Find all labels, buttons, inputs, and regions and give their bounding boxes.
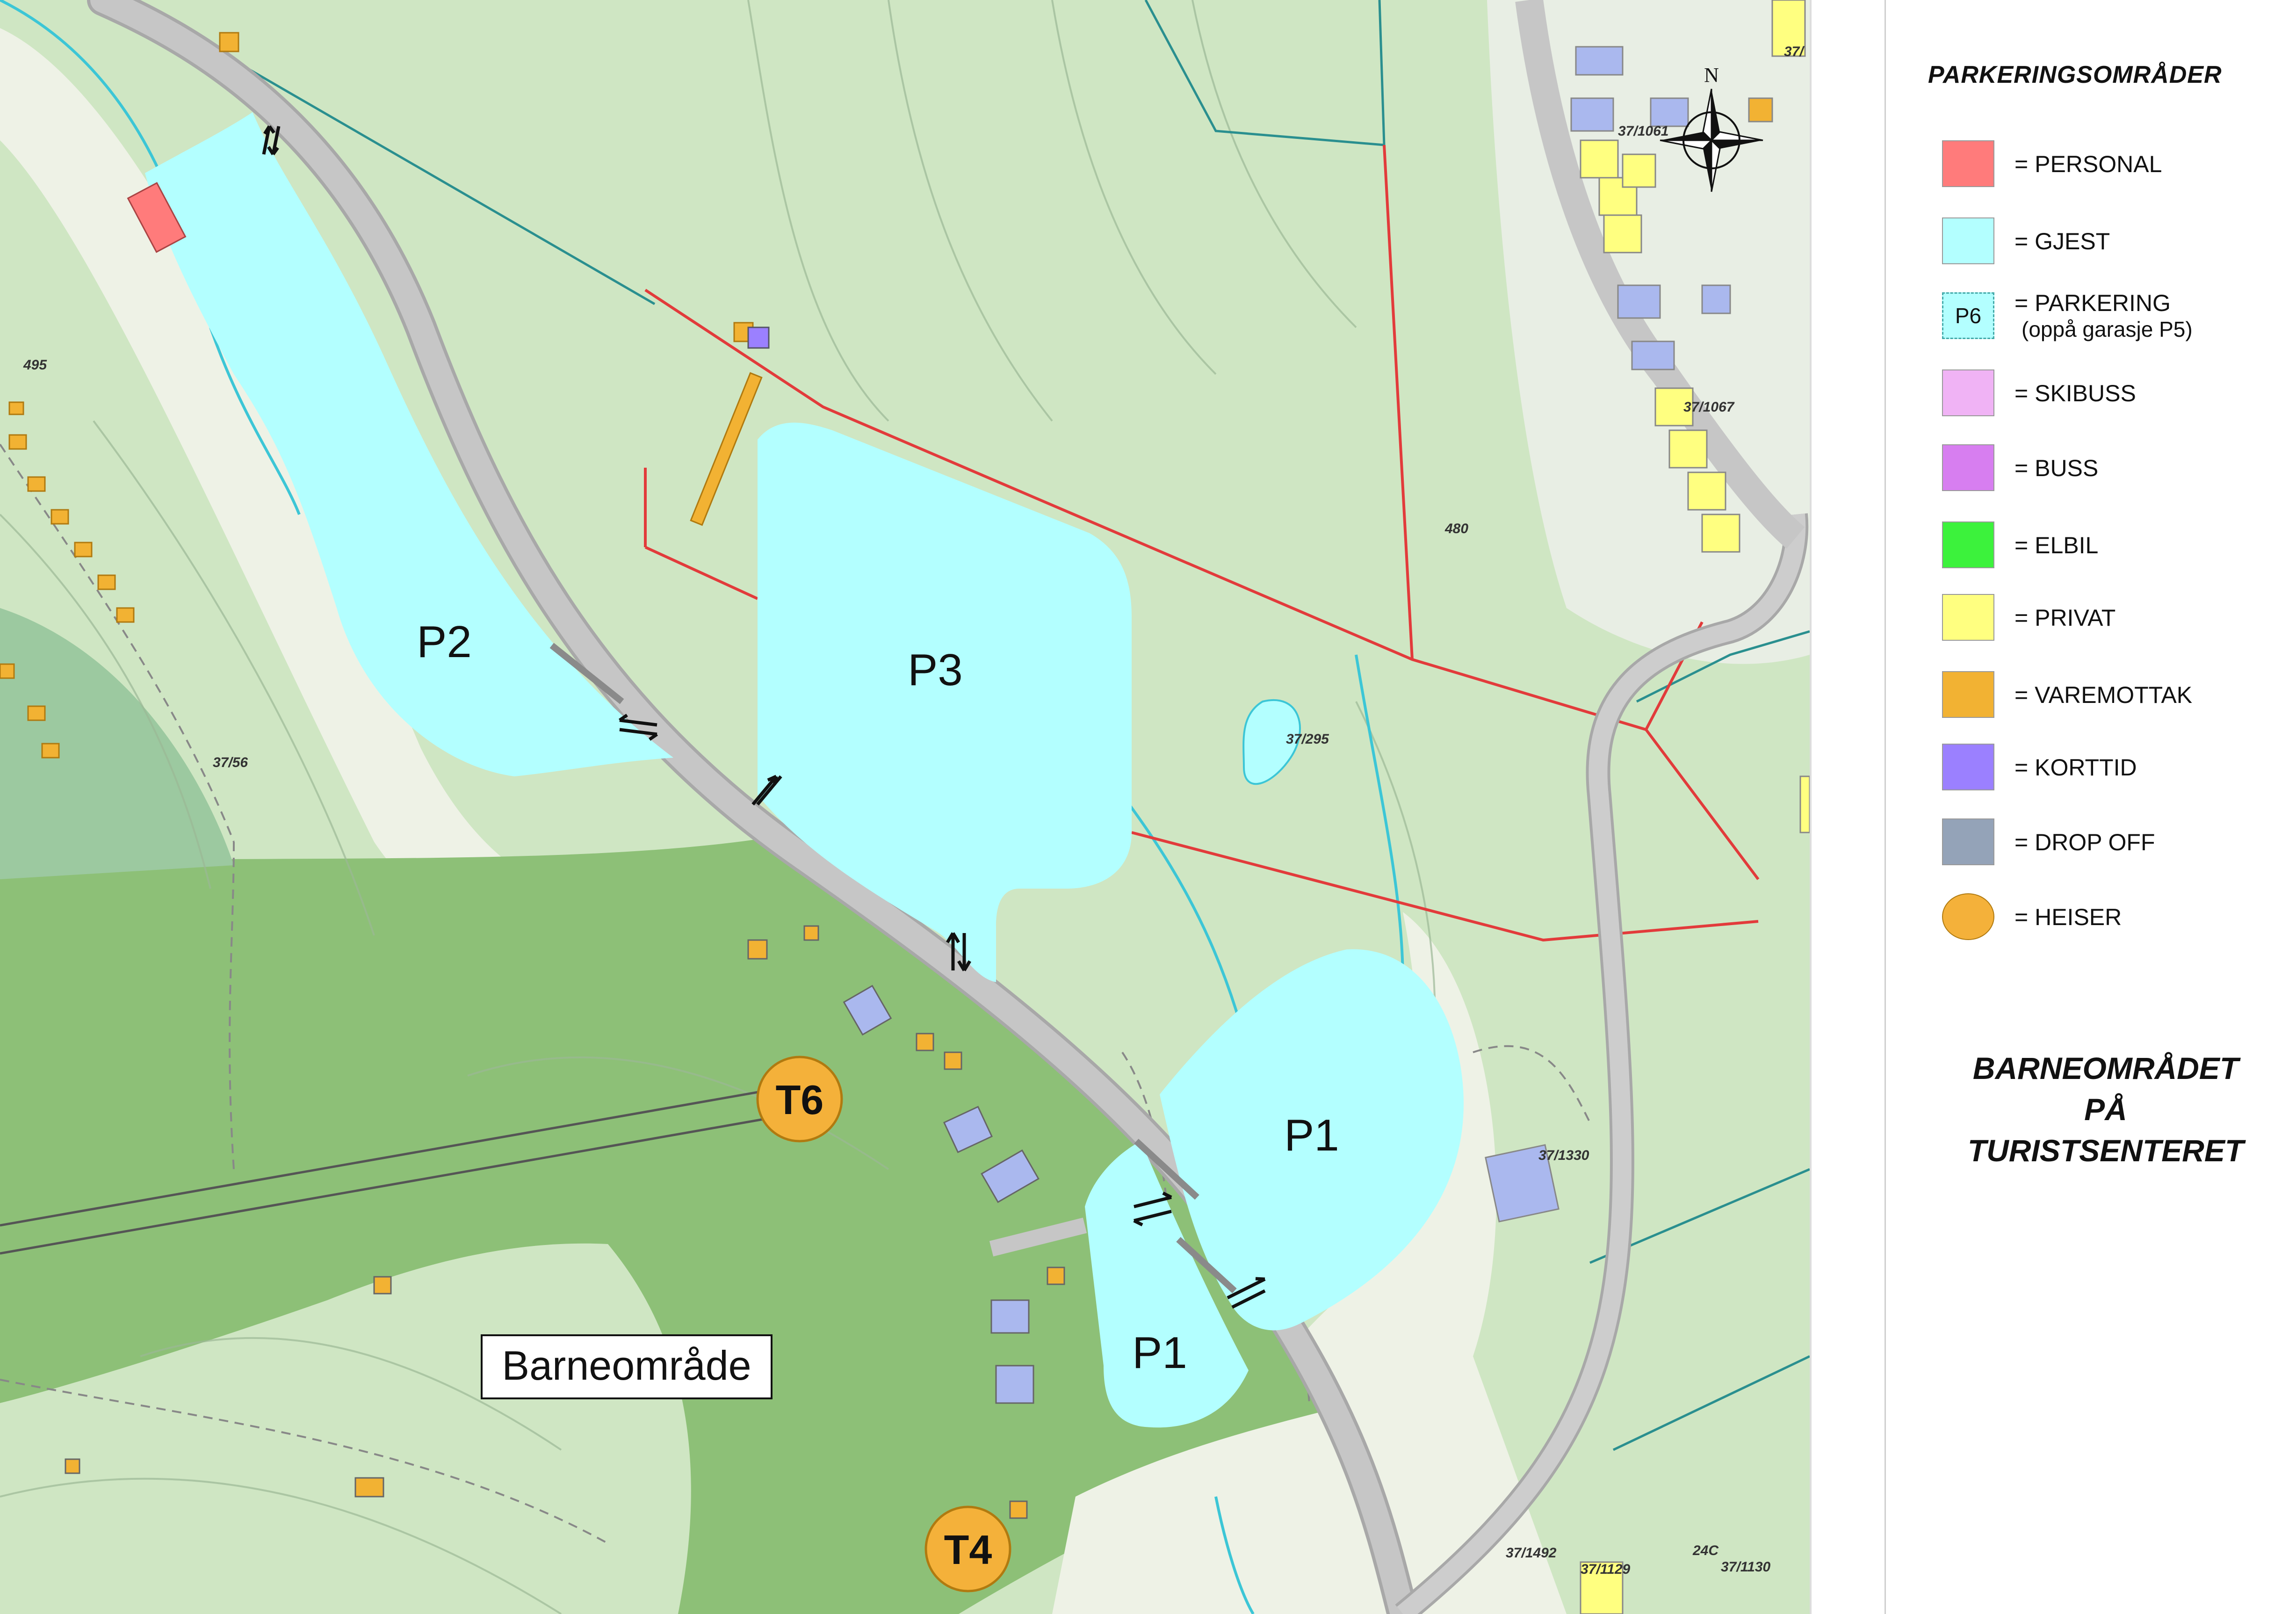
cadastral-label: 37/1492 [1506,1545,1557,1561]
map-title: BARNEOMRÅDET PÅ TURISTSENTERET [1942,1048,2269,1171]
short-term-small [747,326,770,349]
legend-item-elbil: = ELBIL [1942,521,2288,573]
legend-label-secondary: (oppå garasje P5) [2022,317,2193,341]
lift-label-t4: T4 [944,1527,992,1573]
cadastral-label: 37/1067 [1683,399,1735,415]
legend-swatch [1942,594,1994,641]
legend-item-skibuss: = SKIBUSS [1942,369,2288,421]
legend-label: = GJEST [2014,228,2110,254]
legend-swatch [1942,818,1994,865]
zone-label-p3: P3 [908,645,962,695]
legend-item-personal: = PERSONAL [1942,140,2288,192]
legend-item-heiser: = HEISER [1942,893,2288,945]
legend-label: = PARKERING [2014,290,2171,316]
cadastral-label: 37/56 [213,755,248,770]
legend-item-buss: = BUSS [1942,444,2288,496]
area-label: Barneområde [502,1342,751,1389]
cadastral-label: 37/1129 [1581,1562,1631,1577]
legend-swatch [1942,521,1994,568]
legend-label: = BUSS [2014,455,2099,481]
zone-label-p2: P2 [417,617,471,667]
legend-item-drop-off: = DROP OFF [1942,818,2288,870]
legend-label: = PRIVAT [2014,605,2116,631]
cadastral-label: 480 [1444,521,1468,536]
legend-label: = HEISER [2014,904,2122,930]
cadastral-label: 24C [1692,1543,1719,1558]
cadastral-label: 37/ [1784,44,1805,59]
legend-label: = PERSONAL [2014,151,2162,177]
legend-item-privat: = PRIVAT [1942,594,2288,645]
zone-label-p1-north: P1 [1284,1110,1339,1160]
legend-swatch [1942,369,1994,416]
legend-swatch [1942,893,1994,940]
legend-swatch [1942,444,1994,491]
legend-title: PARKERINGSOMRÅDER [1928,61,2222,88]
legend-swatch [1942,140,1994,187]
legend-swatch-text: P6 [1955,304,1982,328]
cadastral-label: 37/1330 [1538,1148,1589,1163]
legend-item-gjest: = GJEST [1942,217,2288,269]
legend-item-varemottak: = VAREMOTTAK [1942,671,2288,723]
cadastral-label: 37/1130 [1721,1559,1771,1575]
cadastral-label: 495 [23,357,47,373]
legend-label: = DROP OFF [2014,829,2155,855]
map-area[interactable]: P2 P3 P1 P1 T6 T4 Barneområde 37/56 37/2… [0,0,1810,1614]
map-title-line: BARNEOMRÅDET [1972,1051,2239,1086]
cadastral-label: 37/1061 [1618,123,1668,139]
legend-label: = KORTTID [2014,754,2137,781]
zone-label-p1-south: P1 [1132,1328,1187,1378]
lift-marker-t4[interactable]: T4 [924,1505,1011,1592]
legend-item-parkering: P6 = PARKERING (oppå garasje P5) [1942,290,2288,344]
legend-label: = ELBIL [2014,532,2099,558]
map-title-line: PÅ [2084,1092,2127,1127]
legend-item-korttid: = KORTTID [1942,744,2288,795]
legend-panel: PARKERINGSOMRÅDER = PERSONAL = GJEST P6 … [1884,0,2296,1614]
legend-swatch [1942,744,1994,790]
cadastral-label: 37/295 [1286,731,1329,747]
legend-label: = SKIBUSS [2014,380,2136,406]
lift-marker-t6[interactable]: T6 [756,1056,843,1143]
map-divider [1810,0,1884,1614]
lift-label-t6: T6 [776,1077,824,1123]
legend-swatch [1942,217,1994,264]
legend-swatch [1942,671,1994,718]
map-title-line: TURISTSENTERET [1967,1133,2244,1168]
legend-label: = VAREMOTTAK [2014,682,2193,708]
compass-north-label: N [1704,64,1719,87]
